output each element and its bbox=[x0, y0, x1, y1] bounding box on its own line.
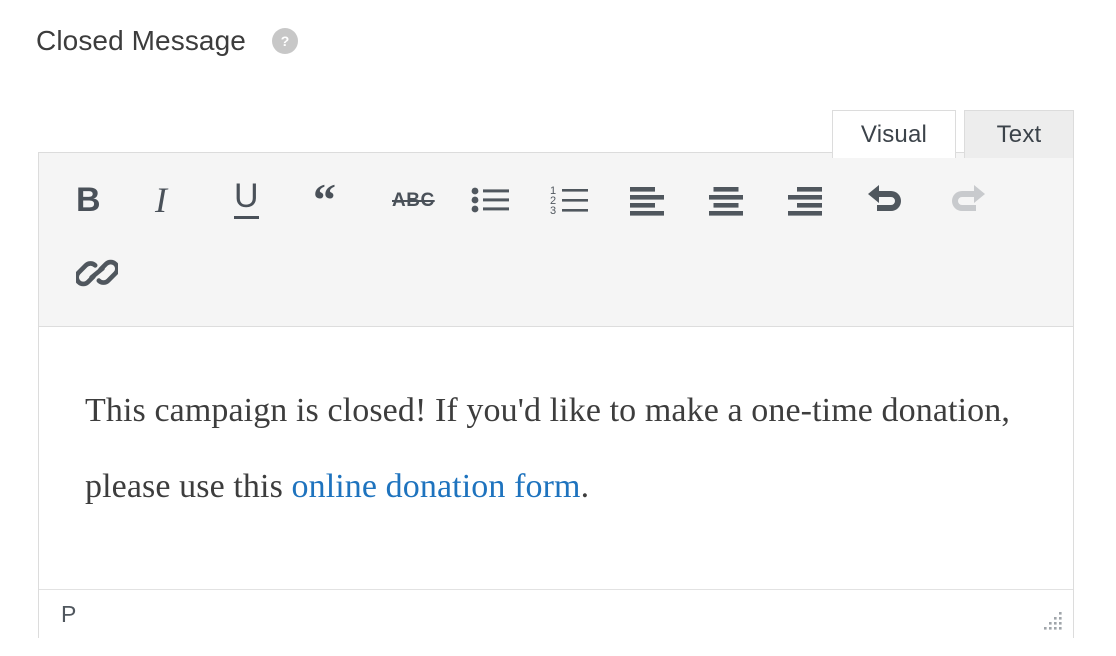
bulleted-list-button[interactable] bbox=[471, 169, 550, 231]
underline-icon: U bbox=[234, 179, 259, 219]
undo-button[interactable] bbox=[866, 169, 945, 231]
ordered-list-icon: 1 2 3 bbox=[550, 185, 588, 216]
editor-mode-tabs: Visual Text bbox=[0, 110, 1116, 158]
bold-icon: B bbox=[76, 181, 101, 219]
align-center-icon bbox=[709, 187, 743, 216]
resize-grip-icon[interactable] bbox=[1042, 609, 1064, 631]
numbered-list-button[interactable]: 1 2 3 bbox=[550, 169, 629, 231]
editor-content-area[interactable]: This campaign is closed! If you'd like t… bbox=[39, 327, 1073, 589]
italic-button[interactable]: I bbox=[155, 169, 234, 231]
blockquote-button[interactable]: “ bbox=[313, 169, 392, 231]
page-title: Closed Message bbox=[36, 25, 246, 56]
svg-text:?: ? bbox=[281, 33, 290, 49]
align-right-button[interactable] bbox=[787, 169, 866, 231]
align-left-icon bbox=[630, 187, 664, 216]
align-center-button[interactable] bbox=[708, 169, 787, 231]
strikethrough-icon: ABC bbox=[392, 189, 435, 211]
closed-message-paragraph: This campaign is closed! If you'd like t… bbox=[85, 373, 1033, 525]
strikethrough-button[interactable]: ABC bbox=[392, 169, 471, 231]
toolbar-row-1: B I U “ ABC 1 2 3 bbox=[39, 161, 1073, 239]
tab-text[interactable]: Text bbox=[964, 110, 1074, 158]
redo-button[interactable] bbox=[945, 169, 1024, 231]
field-header: Closed Message ? bbox=[36, 20, 298, 62]
online-donation-form-link[interactable]: online donation form bbox=[292, 468, 581, 505]
element-path-indicator[interactable]: P bbox=[61, 601, 77, 628]
italic-icon: I bbox=[155, 180, 167, 220]
redo-icon bbox=[952, 185, 985, 211]
align-right-icon bbox=[788, 187, 822, 216]
rich-text-editor: B I U “ ABC 1 2 3 This campaign is close… bbox=[38, 152, 1074, 638]
link-icon bbox=[76, 259, 118, 287]
toolbar-row-2 bbox=[39, 233, 1073, 313]
editor-toolbar: B I U “ ABC 1 2 3 bbox=[39, 153, 1073, 327]
bold-button[interactable]: B bbox=[76, 169, 155, 231]
closed-message-field: Closed Message ? Visual Text B I U “ ABC… bbox=[0, 0, 1116, 656]
tab-visual[interactable]: Visual bbox=[832, 110, 956, 158]
insert-link-button[interactable] bbox=[76, 242, 155, 304]
tab-text-label: Text bbox=[996, 120, 1042, 148]
tab-visual-label: Visual bbox=[860, 120, 928, 148]
underline-button[interactable]: U bbox=[234, 169, 313, 231]
svg-text:3: 3 bbox=[550, 205, 556, 216]
question-mark-circle-icon[interactable]: ? bbox=[271, 28, 298, 54]
editor-status-bar: P bbox=[39, 589, 1073, 638]
undo-icon bbox=[868, 185, 901, 211]
blockquote-icon: “ bbox=[313, 174, 336, 226]
align-left-button[interactable] bbox=[629, 169, 708, 231]
paragraph-text-after-link: . bbox=[580, 468, 590, 505]
unordered-list-icon bbox=[471, 187, 509, 213]
